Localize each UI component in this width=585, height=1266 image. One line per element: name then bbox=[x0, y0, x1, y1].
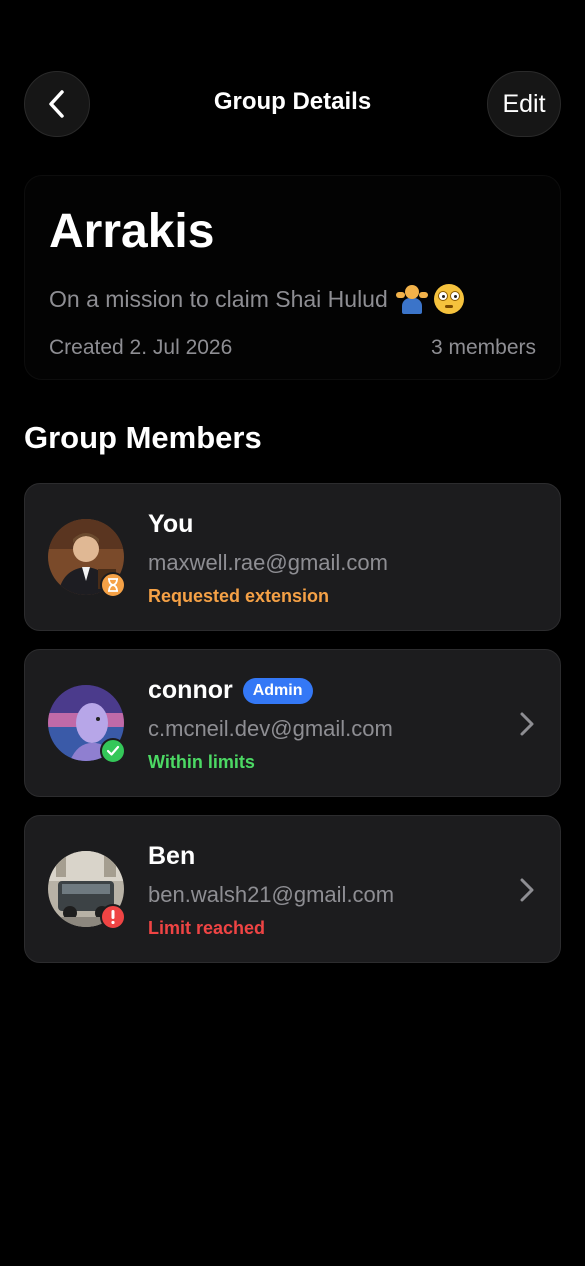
edit-button[interactable]: Edit bbox=[487, 71, 561, 137]
member-card-ben[interactable]: Ben ben.walsh21@gmail.com Limit reached bbox=[24, 815, 561, 963]
navigation-header: Group Details Edit bbox=[0, 0, 585, 140]
member-email: maxwell.rae@gmail.com bbox=[148, 550, 388, 575]
member-name: Ben bbox=[148, 842, 195, 871]
member-name-text: You bbox=[148, 510, 194, 538]
group-name: Arrakis bbox=[49, 205, 215, 258]
edit-button-label: Edit bbox=[502, 89, 546, 118]
member-email: ben.walsh21@gmail.com bbox=[148, 882, 395, 907]
member-name-text: connor bbox=[148, 676, 233, 704]
admin-badge: Admin bbox=[242, 677, 313, 704]
group-member-count: 3 members bbox=[430, 336, 536, 359]
group-description: On a mission to claim Shai Hulud bbox=[49, 284, 464, 314]
person-shrugging-icon bbox=[395, 284, 428, 314]
member-card-you[interactable]: You maxwell.rae@gmail.com Requested exte… bbox=[24, 483, 561, 631]
member-name: You bbox=[148, 510, 193, 539]
member-status: Within limits bbox=[148, 752, 255, 772]
member-email: c.mcneil.dev@gmail.com bbox=[148, 716, 393, 741]
member-status: Requested extension bbox=[148, 586, 330, 606]
flushed-face-icon bbox=[433, 284, 464, 314]
chevron-right-icon bbox=[520, 712, 534, 736]
member-status: Limit reached bbox=[148, 918, 266, 938]
member-name: connor Admin bbox=[148, 676, 313, 705]
group-created-date: Created 2. Jul 2026 bbox=[49, 336, 233, 359]
group-description-text: On a mission to claim Shai Hulud bbox=[49, 285, 388, 312]
member-card-connor[interactable]: connor Admin c.mcneil.dev@gmail.com With… bbox=[24, 649, 561, 797]
exclamation-icon bbox=[100, 904, 126, 930]
chevron-right-icon bbox=[520, 878, 534, 902]
section-title-group-members: Group Members bbox=[24, 420, 262, 455]
checkmark-icon bbox=[100, 738, 126, 764]
member-name-text: Ben bbox=[148, 842, 196, 870]
group-info-card: Arrakis On a mission to claim Shai Hulud… bbox=[24, 175, 561, 380]
hourglass-icon bbox=[100, 572, 126, 598]
